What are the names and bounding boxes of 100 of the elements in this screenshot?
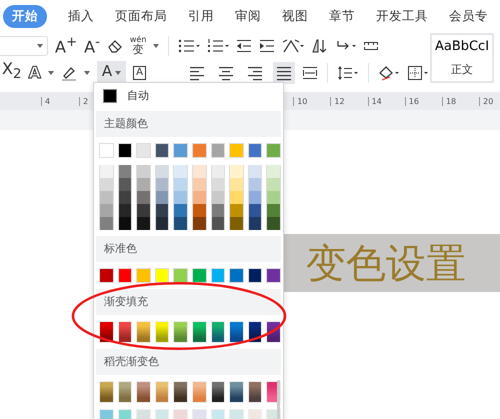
gradient-swatch[interactable]	[154, 321, 170, 343]
font-color-button[interactable]: A	[96, 60, 126, 84]
gradient-swatch[interactable]	[210, 381, 226, 403]
numbered-list-icon[interactable]	[207, 38, 230, 54]
scrollbar[interactable]	[277, 380, 280, 419]
gradient-swatch[interactable]	[248, 321, 262, 343]
indent-icon[interactable]	[259, 38, 276, 54]
shading-icon[interactable]	[378, 64, 400, 80]
color-swatch[interactable]	[136, 165, 151, 178]
distributed-icon[interactable]	[302, 64, 318, 80]
align-button[interactable]	[272, 62, 295, 84]
color-swatch[interactable]	[136, 268, 151, 283]
text-direction-icon[interactable]	[282, 38, 304, 54]
color-swatch[interactable]	[99, 217, 114, 230]
color-swatch[interactable]	[210, 191, 226, 204]
color-swatch[interactable]	[248, 217, 262, 230]
color-swatch[interactable]	[136, 217, 151, 230]
color-swatch[interactable]	[173, 204, 188, 217]
color-swatch[interactable]	[229, 217, 244, 230]
ribbon-tab[interactable]: 审阅	[235, 4, 261, 28]
ribbon-tab[interactable]: 页面布局	[115, 4, 167, 28]
color-swatch[interactable]	[266, 178, 281, 191]
gradient-swatch[interactable]	[118, 321, 132, 343]
color-swatch[interactable]	[136, 191, 151, 204]
color-swatch[interactable]	[118, 178, 132, 191]
color-swatch[interactable]	[248, 268, 262, 283]
color-swatch[interactable]	[154, 204, 170, 217]
gradient-swatch[interactable]	[99, 381, 114, 403]
auto-color-item[interactable]: 自动	[96, 83, 281, 108]
color-swatch[interactable]	[229, 204, 244, 217]
color-swatch[interactable]	[266, 268, 281, 283]
color-swatch[interactable]	[192, 178, 207, 191]
color-swatch[interactable]	[229, 178, 244, 191]
color-swatch[interactable]	[118, 143, 132, 158]
gradient-swatch[interactable]	[229, 381, 244, 403]
color-swatch[interactable]	[154, 143, 170, 158]
gradient-swatch[interactable]	[229, 321, 244, 343]
ribbon-tab[interactable]: 引用	[188, 4, 214, 28]
highlighter-icon[interactable]	[60, 64, 77, 80]
gradient-swatch[interactable]	[136, 321, 151, 343]
gradient-swatch[interactable]	[173, 381, 188, 403]
color-swatch[interactable]	[229, 143, 244, 158]
gradient-swatch[interactable]	[99, 321, 114, 343]
color-swatch[interactable]	[192, 165, 207, 178]
color-swatch[interactable]	[210, 217, 226, 230]
color-swatch[interactable]	[99, 165, 114, 178]
line-spacing-icon[interactable]	[336, 64, 359, 80]
color-swatch[interactable]	[173, 191, 188, 204]
color-swatch[interactable]	[248, 165, 262, 178]
borders-icon[interactable]	[406, 64, 429, 80]
gradient-swatch[interactable]	[173, 321, 188, 343]
color-swatch[interactable]	[192, 217, 207, 230]
color-swatch[interactable]	[248, 143, 262, 158]
color-swatch[interactable]	[210, 268, 226, 283]
bullet-list-icon[interactable]	[178, 38, 200, 54]
color-swatch[interactable]	[248, 204, 262, 217]
color-swatch[interactable]	[173, 268, 188, 283]
color-swatch[interactable]	[210, 204, 226, 217]
color-swatch[interactable]	[266, 204, 281, 217]
font-size-field[interactable]	[0, 36, 48, 56]
phonetic-guide-button[interactable]: wén 变	[130, 36, 146, 55]
color-swatch[interactable]	[173, 143, 188, 158]
gradient-swatch[interactable]	[118, 381, 132, 403]
color-swatch[interactable]	[136, 204, 151, 217]
color-swatch[interactable]	[99, 191, 114, 204]
gradient-swatch[interactable]	[248, 381, 262, 403]
color-swatch[interactable]	[154, 178, 170, 191]
color-swatch[interactable]	[192, 143, 207, 158]
color-swatch[interactable]	[229, 165, 244, 178]
color-swatch[interactable]	[99, 204, 114, 217]
ribbon-tab[interactable]: 视图	[282, 4, 308, 28]
color-swatch[interactable]	[192, 204, 207, 217]
eraser-icon[interactable]	[106, 38, 123, 54]
color-swatch[interactable]	[266, 143, 281, 158]
style-gallery-item[interactable]: AaBbCcI 正文	[430, 33, 494, 83]
shrink-font-button[interactable]: A$^{-}$	[84, 33, 100, 58]
color-swatch[interactable]	[192, 191, 207, 204]
sort-icon[interactable]	[311, 38, 328, 54]
color-swatch[interactable]	[229, 268, 244, 283]
gradient-swatch[interactable]	[192, 381, 207, 403]
color-swatch[interactable]	[118, 217, 132, 230]
ribbon-tab[interactable]: 开发工具	[376, 4, 428, 28]
color-swatch[interactable]	[154, 191, 170, 204]
gradient-swatch[interactable]	[192, 321, 207, 343]
color-swatch[interactable]	[99, 268, 114, 283]
color-swatch[interactable]	[118, 204, 132, 217]
subscript-button[interactable]: X$_{2}$	[2, 59, 22, 86]
color-swatch[interactable]	[99, 178, 114, 191]
color-swatch[interactable]	[118, 165, 132, 178]
color-swatch[interactable]	[136, 143, 151, 158]
color-swatch[interactable]	[173, 217, 188, 230]
color-swatch[interactable]	[99, 143, 114, 158]
text-effect-button[interactable]: A	[28, 62, 41, 82]
gradient-swatch[interactable]	[154, 381, 170, 403]
color-swatch[interactable]	[248, 191, 262, 204]
color-swatch[interactable]	[154, 268, 170, 283]
color-swatch[interactable]	[210, 143, 226, 158]
color-swatch[interactable]	[266, 217, 281, 230]
color-swatch[interactable]	[248, 178, 262, 191]
color-swatch[interactable]	[210, 178, 226, 191]
